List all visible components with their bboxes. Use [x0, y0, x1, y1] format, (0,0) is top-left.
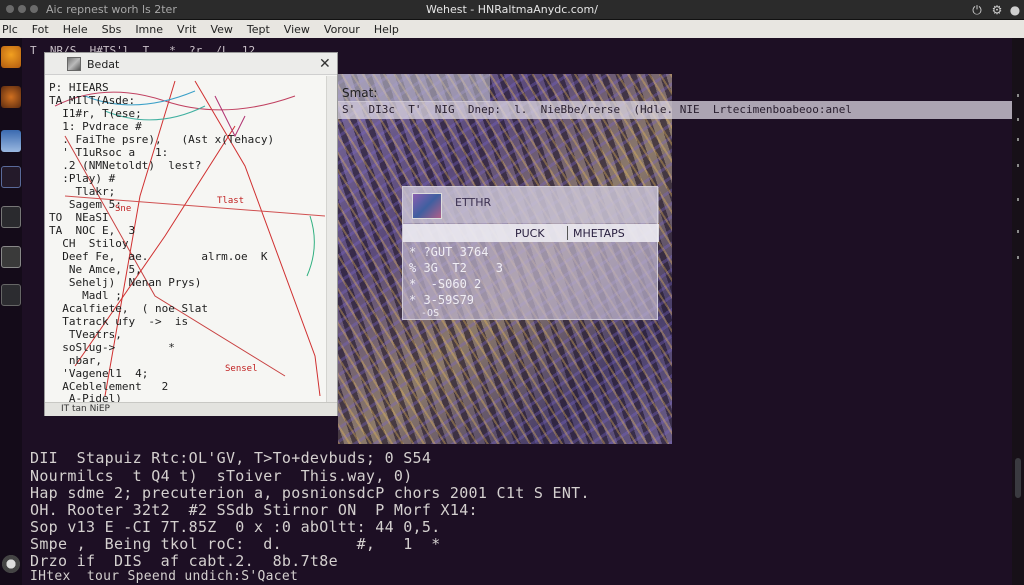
terminal-line: Nourmilcs t Q4 t) sToiver This.way, 0) [30, 467, 413, 485]
tab-puck[interactable]: PUCK [515, 227, 545, 240]
terminal-line: Sop v13 E -CI 7T.85Z 0 x :0 abOltt: 44 0… [30, 518, 441, 536]
image-panel-header: Smat: [338, 74, 490, 102]
menu-item-view[interactable]: View [284, 23, 310, 36]
code-line: A-Pidel) [49, 392, 122, 402]
scroll-mark [1017, 230, 1019, 233]
code-line: 'Vagenel1 4; [49, 367, 149, 380]
code-line: .2 (NMNetoldt) lest? [49, 159, 202, 172]
code-line: ' T1uRsoc a 1: [49, 146, 169, 159]
image-info-text: S' DI3c T' NIG Dnep: l. NieBbe/rerse (Hd… [342, 103, 852, 116]
code-line: Tatrack ufy -> is [49, 315, 189, 328]
terminal-line: DII Stapuiz Rtc:OL'GV, T>To+devbuds; 0 S… [30, 449, 432, 467]
properties-tabs: PUCK MHETAPS [403, 224, 659, 242]
code-editor-icon[interactable] [1, 166, 21, 188]
scroll-thumb[interactable] [1015, 458, 1021, 498]
files-icon[interactable] [1, 130, 21, 152]
editor-dialog-title: Bedat [87, 58, 120, 71]
terminal-scrollbar[interactable] [1012, 38, 1024, 585]
terminal-icon[interactable] [1, 206, 21, 228]
code-line: soSlug-> * [49, 341, 175, 354]
code-line: Sehelj) Nenan Prys) [49, 276, 202, 289]
tab-metaps[interactable]: MHETAPS [573, 227, 625, 240]
window-titlebar: Aic repnest worh ls 2ter Wehest - HNRalt… [0, 0, 1024, 20]
menu-item-vew[interactable]: Vew [210, 23, 232, 36]
editor-statusbar: IT tan NiEP [45, 402, 337, 416]
disk-icon[interactable] [1, 284, 21, 306]
power-icon[interactable]: ⏻ [970, 3, 984, 17]
code-line: Tlakr; [49, 185, 116, 198]
scroll-mark [1017, 164, 1019, 167]
properties-dialog-title: ETTHR [455, 196, 492, 209]
close-icon[interactable]: ✕ [319, 56, 331, 72]
annotation-note: Sne [115, 204, 132, 214]
editor-content[interactable]: P: HIEARS TA MIlT(Asde: I1#r, T(ese; 1: … [45, 76, 325, 402]
properties-dialog-header: ETTHR [403, 187, 659, 223]
terminal-line: IHtex tour Speend undich:S'Qacet [30, 569, 299, 584]
scroll-mark [1017, 138, 1019, 141]
editor-scrollbar[interactable] [326, 76, 337, 402]
menu-item-hele[interactable]: Hele [63, 23, 88, 36]
editor-dialog: Bedat ✕ P: HIEARS TA MIlT(Asde: I1#r, T(… [44, 52, 338, 416]
menu-item-vrit[interactable]: Vrit [177, 23, 196, 36]
code-line: 1: Pvdrace # [49, 120, 142, 133]
terminal-line: Smpe , Being tkol roC: d. #, 1 * [30, 535, 441, 553]
image-panel-label: Smat: [342, 86, 378, 100]
scroll-mark [1017, 118, 1019, 121]
scroll-mark [1017, 198, 1019, 201]
code-line: Ne Amce, 5, [49, 263, 142, 276]
launcher-dock [0, 38, 22, 585]
document-icon [67, 57, 81, 71]
window-title: Wehest - HNRaltmaAnydc.com/ [426, 3, 598, 16]
code-line: nbar, [49, 354, 102, 367]
annotation-note: Tlast [217, 196, 245, 206]
tab-separator [567, 226, 568, 240]
code-line: Madl ; [49, 289, 122, 302]
property-row: * -S060 2 [409, 277, 482, 291]
menu-item-tept[interactable]: Tept [247, 23, 270, 36]
code-line: Sagem 5: [49, 198, 122, 211]
show-apps-icon[interactable] [1, 553, 21, 575]
menu-item-sbs[interactable]: Sbs [102, 23, 122, 36]
settings-icon[interactable]: ⚙ [990, 3, 1004, 17]
code-line: TO NEaSI [49, 211, 109, 224]
firefox-icon[interactable] [1, 46, 21, 68]
menu-item-fot[interactable]: Fot [32, 23, 49, 36]
code-line: :Play) # [49, 172, 116, 185]
settings-app-icon[interactable] [1, 86, 21, 108]
code-line: I1#r, T(ese; [49, 107, 142, 120]
terminal-line: OH. Rooter 32t2 #2 SSdb Stirnor ON P Mor… [30, 501, 478, 519]
code-line: Acalfiete, ( noe Slat [49, 302, 208, 315]
code-line: TA MIlT(Asde: [49, 94, 136, 107]
menu-item-help[interactable]: Help [374, 23, 399, 36]
properties-dialog: ETTHR PUCK MHETAPS * ?GUT 3764 % 3G T2 3… [402, 186, 659, 320]
scroll-mark [1017, 94, 1019, 97]
editor-status-text: IT tan NiEP [61, 404, 110, 414]
user-icon[interactable]: ● [1008, 3, 1022, 17]
scroll-mark [1017, 256, 1019, 259]
code-line: P: HIEARS [49, 81, 109, 94]
code-line: TVeatrs, [49, 328, 122, 341]
terminal-line: Drzo if DIS af cabt.2. 8b.7t8e [30, 552, 338, 570]
menu-item-plc[interactable]: Plc [2, 23, 18, 36]
property-row: * ?GUT 3764 [409, 245, 489, 259]
property-row: * 3-59S79 [409, 293, 475, 307]
terminal-line: Hap sdme 2; precuterion a, posnionsdcP c… [30, 484, 590, 502]
code-line: . FaiThe psre), (Ast x(Tehacy) [49, 133, 275, 146]
menu-item-imne[interactable]: Imne [135, 23, 163, 36]
code-line: Deef Fe, ae. alrm.oe K [49, 250, 268, 263]
editor-dialog-titlebar: Bedat ✕ [45, 53, 337, 75]
annotation-note: Sensel [225, 364, 258, 374]
image-info-bar: S' DI3c T' NIG Dnep: l. NieBbe/rerse (Hd… [338, 101, 1012, 119]
menu-bar: Plc Fot Hele Sbs Imne Vrit Vew Tept View… [0, 20, 1024, 38]
monitor-icon[interactable] [1, 246, 21, 268]
thumbnail-icon [412, 193, 442, 219]
menu-item-vorour[interactable]: Vorour [324, 23, 360, 36]
code-line: TA NOC E, 3 [49, 224, 136, 237]
code-line: CH Stiloy [49, 237, 129, 250]
property-row: -OS [409, 308, 440, 319]
property-row: % 3G T2 3 [409, 261, 503, 275]
